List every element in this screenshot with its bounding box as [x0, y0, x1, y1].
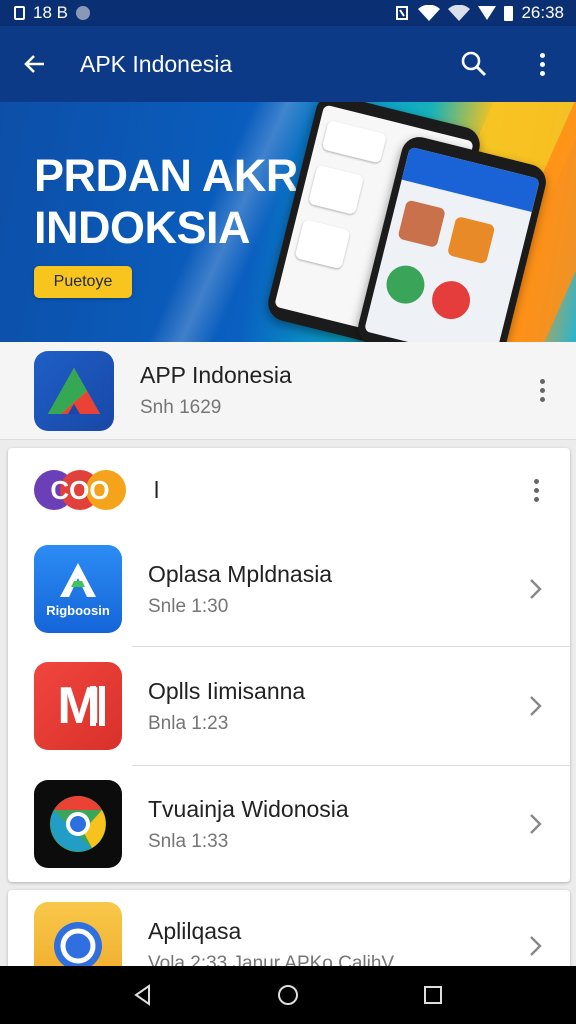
- search-icon: [461, 51, 487, 77]
- list-item-text: l: [126, 477, 508, 504]
- screen-tile: [382, 261, 429, 308]
- app-list-card: COO l Rigboosin Oplasa Mpldnasia Snle 1:…: [8, 448, 570, 882]
- list-item-text: Tvuainja Widonosia Snla 1:33: [122, 796, 508, 853]
- list-item[interactable]: COO l: [8, 448, 570, 532]
- list-item-sub: Snle 1:30: [148, 595, 229, 617]
- featured-app-name: APP Indonesia: [140, 362, 292, 388]
- chrome-like-icon: [34, 780, 122, 868]
- list-item-sub: Bnla 1:23: [148, 712, 229, 734]
- chevron-right-icon[interactable]: [508, 554, 564, 624]
- featured-app-text: APP Indonesia Snh 1629: [114, 362, 514, 419]
- status-right: 26:38: [394, 3, 564, 23]
- list-item-name: Oplasa Mpldnasia: [148, 560, 333, 587]
- screen-tile: [397, 199, 446, 248]
- chrome-like-icon: [50, 796, 106, 852]
- status-left: 18 B: [14, 3, 90, 23]
- letter-m-bars: [90, 686, 96, 726]
- promo-banner[interactable]: PRDAN AKR INDOKSIA Puetoye: [0, 102, 576, 342]
- overflow-menu-button[interactable]: [508, 26, 576, 102]
- sim-icon: [14, 6, 25, 20]
- list-item-overflow-button[interactable]: [508, 455, 564, 525]
- list-item[interactable]: M Oplls Iimisanna Bnla 1:23: [8, 647, 570, 765]
- battery-icon: [504, 5, 514, 21]
- page-title: APK Indonesia: [80, 50, 233, 77]
- nav-home-icon: [277, 985, 298, 1005]
- screen-tile: [294, 218, 351, 270]
- banner-title: PRDAN AKR INDOKSIA: [34, 150, 298, 254]
- system-nav-bar: [0, 966, 576, 1024]
- overflow-menu-icon: [539, 379, 545, 402]
- featured-overflow-button[interactable]: [514, 356, 570, 426]
- status-left-text: 18 B: [33, 3, 68, 22]
- screen-tile: [428, 277, 475, 324]
- triangle-logo-icon: [34, 350, 114, 431]
- overflow-menu-icon: [539, 52, 545, 76]
- banner-button[interactable]: Puetoye: [34, 266, 132, 298]
- triangle-logo-icon: [48, 367, 100, 414]
- letter-m-icon: M: [34, 662, 122, 750]
- letter-a-icon: [60, 562, 96, 597]
- wifi-icon: [418, 5, 441, 21]
- wifi-icon-2: [448, 5, 471, 21]
- list-item-name: l: [154, 476, 160, 503]
- status-time: 26:38: [521, 3, 564, 22]
- nfc-icon: [396, 6, 409, 20]
- list-item-name: Aplilqasa: [148, 917, 242, 944]
- screen-tile: [446, 215, 496, 265]
- list-item-name: Oplls Iimisanna: [148, 677, 306, 704]
- chevron-right-icon[interactable]: [508, 671, 564, 741]
- list-item-text: Oplasa Mpldnasia Snle 1:30: [122, 561, 508, 618]
- screen-tile: [308, 164, 365, 216]
- app-icon-caption: Rigboosin: [46, 602, 110, 618]
- app-bar: APK Indonesia: [0, 26, 576, 102]
- list-item-name: Tvuainja Widonosia: [148, 795, 349, 822]
- coo-logo-icon: COO: [34, 470, 126, 510]
- list-item[interactable]: Rigboosin Oplasa Mpldnasia Snle 1:30: [8, 532, 570, 646]
- chevron-right-icon[interactable]: [508, 789, 564, 859]
- signal-icon: [478, 6, 497, 20]
- dnd-icon: [75, 6, 90, 20]
- screen-tile: [321, 119, 388, 164]
- coo-logo-icon: COO: [34, 462, 126, 518]
- list-item[interactable]: Tvuainja Widonosia Snla 1:33: [8, 766, 570, 882]
- arrow-left-icon: [24, 55, 44, 73]
- back-button[interactable]: [0, 26, 70, 102]
- nav-back-icon: [133, 984, 150, 1006]
- search-button[interactable]: [440, 26, 508, 102]
- nav-back-button[interactable]: [113, 966, 173, 1024]
- nav-recents-icon: [424, 986, 443, 1004]
- overflow-menu-icon: [533, 478, 539, 502]
- coo-logo-text: COO: [50, 475, 109, 505]
- featured-app-row[interactable]: APP Indonesia Snh 1629: [0, 342, 576, 440]
- banner-title-line1: PRDAN AKR: [34, 150, 298, 201]
- banner-title-line2: INDOKSIA: [34, 202, 251, 253]
- status-bar: 18 B 26:38: [0, 0, 576, 26]
- list-item-text: Oplls Iimisanna Bnla 1:23: [122, 678, 508, 735]
- nav-home-button[interactable]: [258, 966, 318, 1024]
- featured-app-sub: Snh 1629: [140, 397, 222, 418]
- letter-a-icon: Rigboosin: [34, 545, 122, 633]
- list-item-sub: Snla 1:33: [148, 830, 229, 852]
- nav-recents-button[interactable]: [403, 966, 463, 1024]
